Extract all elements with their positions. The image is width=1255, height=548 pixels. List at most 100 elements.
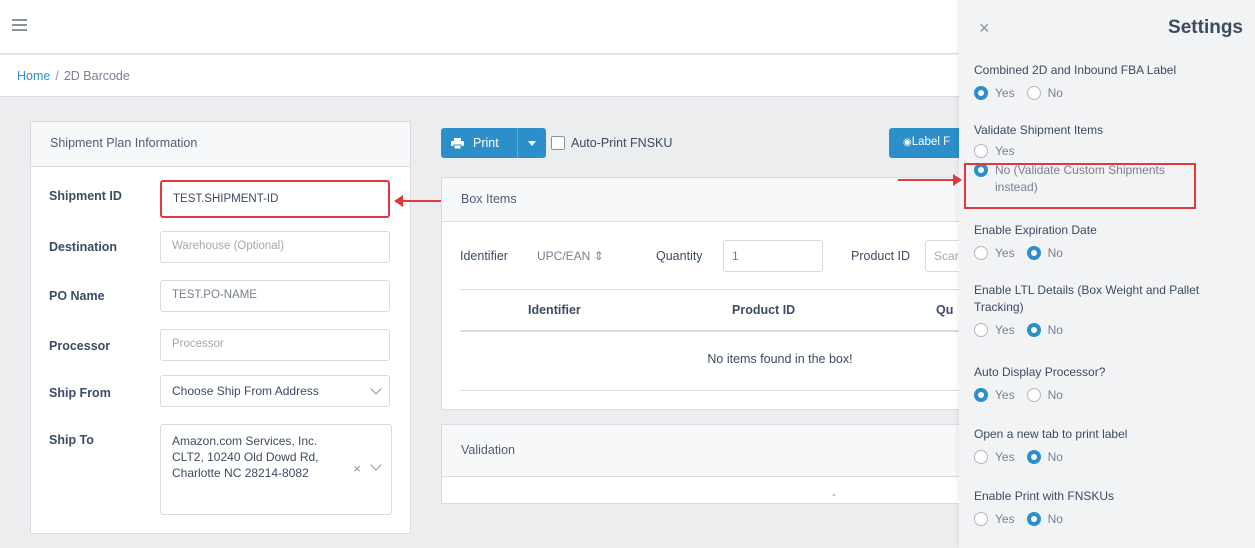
radio-button[interactable] [1026,323,1041,337]
shipment-plan-card-title: Shipment Plan Information [31,122,410,167]
box-filters: Identifier UPC/EAN ⇕ Quantity 1 Product … [460,240,965,272]
eye-icon: ◉ [903,137,912,148]
annotation-highlight-box [964,163,1196,209]
label-button-text: Label F [911,136,951,148]
close-icon[interactable]: × [979,18,990,39]
setting-item: Open a new tab to print label Yes No [974,426,1244,466]
radio-option[interactable]: No [1026,323,1063,337]
processor-label: Processor [49,339,111,353]
auto-print-label: Auto-Print FNSKU [571,136,673,150]
ship-from-select[interactable]: Choose Ship From Address [160,375,390,407]
radio-option-label: Yes [995,388,1015,402]
radio-option[interactable]: Yes [974,388,1015,402]
box-items-table-header: Identifier Product ID Qu [460,289,960,332]
quantity-label: Quantity [656,249,703,263]
radio-button[interactable] [1026,86,1041,100]
shipment-id-label: Shipment ID [49,189,122,203]
validation-title: Validation [442,425,959,477]
radio-option-label: Yes [995,450,1015,464]
radio-option[interactable]: Yes [974,86,1015,100]
radio-option-label: Yes [995,246,1015,260]
radio-group: Yes No [974,386,1244,404]
setting-label: Enable LTL Details (Box Weight and Palle… [974,283,1200,314]
setting-item: Auto Display Processor? Yes No [974,364,1244,404]
setting-label: Open a new tab to print label [974,427,1128,441]
radio-group: Yes No [974,244,1244,262]
setting-item: Enable LTL Details (Box Weight and Palle… [974,282,1244,339]
clear-icon[interactable]: × [353,461,361,477]
empty-state-text: No items found in the box! [460,334,960,391]
settings-title: Settings [1168,17,1243,38]
sort-icon: ⇕ [593,249,604,263]
destination-input[interactable]: Warehouse (Optional) [160,231,390,263]
radio-option[interactable]: Yes [974,246,1015,260]
radio-button[interactable] [1026,512,1041,526]
ship-to-label: Ship To [49,433,94,447]
radio-option[interactable]: No [1026,512,1063,526]
radio-button[interactable] [1026,450,1041,464]
printer-icon [451,137,464,149]
breadcrumb-separator: / [55,69,59,83]
print-button-divider [517,128,518,158]
radio-option-label: No [1047,323,1063,337]
annotation-arrow-right [898,174,962,186]
radio-button[interactable] [974,144,988,158]
shipment-plan-card: Shipment Plan Information Shipment ID TE… [30,121,411,534]
chevron-down-icon[interactable] [370,459,382,471]
setting-item: Enable Print with FNSKUs Yes No [974,488,1244,528]
print-button-label: Print [473,136,499,150]
radio-button[interactable] [1026,388,1041,402]
radio-option[interactable]: No [1026,450,1063,464]
radio-option-label: Yes [995,512,1015,526]
po-name-input[interactable]: TEST.PO-NAME [160,280,390,312]
setting-label: Enable Print with FNSKUs [974,489,1115,503]
radio-option[interactable]: No [1026,86,1063,100]
ship-to-value: Amazon.com Services, Inc. CLT2, 10240 Ol… [172,434,319,480]
validation-card: Validation - [441,424,959,504]
setting-label: Validate Shipment Items [974,123,1104,137]
identifier-label: Identifier [460,249,508,263]
breadcrumb-home-link[interactable]: Home [17,69,50,83]
radio-button[interactable] [974,512,988,526]
radio-option-label: No [1047,246,1063,260]
radio-option-label: No [1047,450,1063,464]
label-button[interactable]: ◉Label F [889,128,959,158]
radio-button[interactable] [974,450,988,464]
setting-label: Combined 2D and Inbound FBA Label [974,63,1177,77]
identifier-select-value: UPC/EAN [537,249,591,263]
radio-button[interactable] [974,323,988,337]
setting-item: Enable Expiration Date Yes No [974,222,1244,262]
radio-option[interactable]: Yes [974,143,1244,160]
setting-label: Enable Expiration Date [974,223,1097,237]
hamburger-menu-icon[interactable] [12,19,27,31]
radio-option[interactable]: No [1026,246,1063,260]
validation-value: - [832,487,836,501]
box-items-card: Box Items Identifier UPC/EAN ⇕ Quantity … [441,177,965,410]
radio-option[interactable]: Yes [974,512,1015,526]
radio-button[interactable] [1026,246,1041,260]
destination-label: Destination [49,240,118,254]
processor-input[interactable]: Processor [160,329,390,361]
radio-option[interactable]: Yes [974,450,1015,464]
auto-print-checkbox[interactable] [551,136,565,150]
radio-option[interactable]: Yes [974,323,1015,337]
radio-button[interactable] [974,388,988,402]
column-header-quantity[interactable]: Qu [936,303,953,317]
radio-option[interactable]: No [1026,388,1063,402]
identifier-select[interactable]: UPC/EAN ⇕ [537,249,604,263]
radio-option-label: Yes [995,144,1015,158]
radio-option-label: Yes [995,323,1015,337]
radio-button[interactable] [974,86,988,100]
radio-option-label: No [1047,512,1063,526]
quantity-input[interactable]: 1 [723,240,823,272]
radio-button[interactable] [974,246,988,260]
column-header-identifier[interactable]: Identifier [528,303,581,317]
caret-down-icon[interactable] [528,141,536,146]
ship-to-select[interactable]: Amazon.com Services, Inc. CLT2, 10240 Ol… [160,424,392,515]
print-button[interactable]: Print [441,128,546,158]
radio-group: Yes No [974,321,1244,339]
column-header-product-id[interactable]: Product ID [732,303,795,317]
po-name-label: PO Name [49,289,105,303]
radio-option-label: No [1047,388,1063,402]
shipment-id-input[interactable]: TEST.SHIPMENT-ID [160,180,390,218]
